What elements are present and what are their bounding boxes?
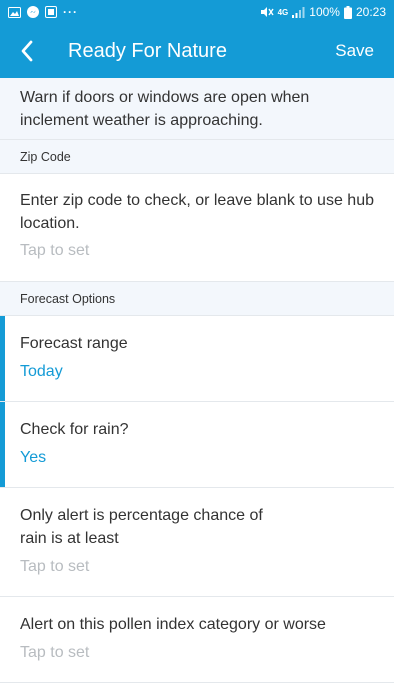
mute-icon <box>260 6 274 18</box>
network-type-label: 4G <box>277 7 289 17</box>
status-left: ··· <box>8 5 78 19</box>
status-bar: ··· 4G 100% 20:23 <box>0 0 394 24</box>
setting-label: Forecast range <box>20 335 128 352</box>
selected-indicator <box>0 316 5 401</box>
settings-content: Warn if doors or windows are open when i… <box>0 78 394 683</box>
app-bar: Ready For Nature Save <box>0 24 394 78</box>
setting-value: Tap to set <box>20 558 90 575</box>
description-text: Warn if doors or windows are open when i… <box>0 78 394 140</box>
zip-code-setting[interactable]: Enter zip code to check, or leave blank … <box>0 174 394 282</box>
setting-value: Tap to set <box>20 242 90 259</box>
more-notifications-icon: ··· <box>63 5 78 19</box>
page-title: Ready For Nature <box>68 39 227 62</box>
selected-indicator <box>0 402 5 487</box>
section-header-forecast-options: Forecast Options <box>0 282 394 316</box>
forecast-range-setting[interactable]: Forecast range Today <box>0 316 394 402</box>
status-right: 4G 100% 20:23 <box>260 5 386 19</box>
battery-percent: 100% <box>309 5 340 19</box>
messenger-icon <box>27 6 39 18</box>
setting-value: Tap to set <box>20 644 90 661</box>
setting-label: Enter zip code to check, or leave blank … <box>20 192 374 232</box>
signal-icon <box>292 6 305 18</box>
save-button[interactable]: Save <box>335 41 374 61</box>
check-for-rain-setting[interactable]: Check for rain? Yes <box>0 402 394 488</box>
setting-value: Yes <box>20 449 47 466</box>
clock: 20:23 <box>355 5 386 19</box>
pollen-index-setting[interactable]: Alert on this pollen index category or w… <box>0 597 394 683</box>
back-button[interactable] <box>0 24 54 78</box>
battery-icon <box>343 5 352 19</box>
notification-icon <box>45 6 57 18</box>
gallery-icon <box>8 6 21 18</box>
setting-label: Only alert is percentage chance of rain … <box>20 507 263 547</box>
section-header-zip-code: Zip Code <box>0 140 394 174</box>
chevron-left-icon <box>20 40 34 62</box>
setting-label: Check for rain? <box>20 421 129 438</box>
rain-chance-setting[interactable]: Only alert is percentage chance of rain … <box>0 488 394 597</box>
setting-value: Today <box>20 363 63 380</box>
setting-label: Alert on this pollen index category or w… <box>20 616 326 633</box>
